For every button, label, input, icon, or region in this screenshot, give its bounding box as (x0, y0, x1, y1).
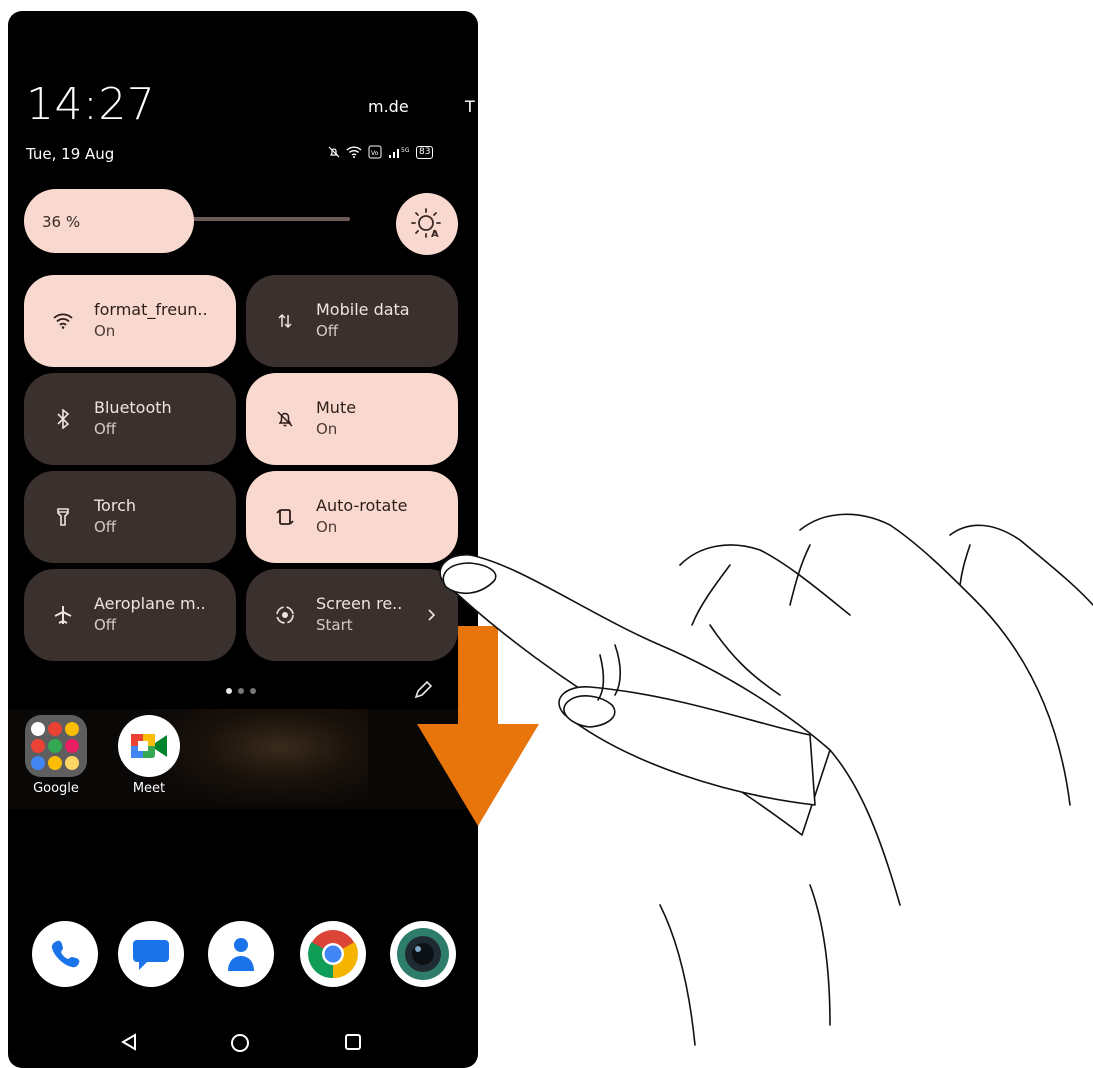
mute-bell-icon (277, 411, 293, 427)
tile-title: Mute (316, 398, 357, 417)
signal-status-icon: 5G (389, 147, 410, 158)
mute-status-icon (328, 146, 340, 158)
tile-title: Auto-rotate (316, 496, 408, 515)
tile-state: Off (94, 518, 117, 536)
tile-state: Off (94, 420, 117, 438)
date-label[interactable]: Tue, 19 Aug (26, 145, 114, 163)
phone-icon (51, 940, 80, 968)
dock-contacts[interactable] (208, 921, 274, 987)
tile-state: Start (316, 616, 353, 634)
status-icons: Vo 5G 83 (328, 145, 434, 159)
tile-state: Off (94, 616, 117, 634)
nav-home-icon[interactable] (230, 1033, 250, 1053)
volte-status-icon: Vo (368, 145, 382, 159)
wifi-status-icon (346, 146, 362, 158)
nav-back-icon[interactable] (120, 1033, 138, 1051)
tile-title: Torch (94, 496, 137, 515)
battery-icon: 83 (416, 145, 434, 159)
tile-aeroplane[interactable]: Aeroplane m.. Off (24, 569, 236, 661)
tile-state: On (316, 518, 338, 536)
tile-auto-rotate[interactable]: Auto-rotate On (246, 471, 458, 563)
chrome-icon (308, 930, 358, 979)
tile-bluetooth[interactable]: Bluetooth Off (24, 373, 236, 465)
carrier-label-2: T (465, 97, 475, 116)
clock[interactable]: 14:27 (26, 79, 155, 130)
page-dot (238, 688, 244, 694)
app-google[interactable]: Google (25, 715, 96, 796)
messages-icon (133, 940, 169, 970)
tile-title: Aeroplane m.. (94, 594, 206, 613)
dock-messages[interactable] (118, 921, 184, 987)
page-dot (250, 688, 256, 694)
page-dot (226, 688, 232, 694)
aeroplane-icon (54, 606, 72, 624)
meet-icon (118, 715, 180, 777)
tile-torch[interactable]: Torch Off (24, 471, 236, 563)
google-folder-icon (25, 715, 87, 777)
dock-chrome[interactable] (300, 921, 366, 987)
svg-text:Vo: Vo (371, 150, 379, 157)
tile-title: Mobile data (316, 300, 410, 319)
tile-title: Screen re.. (316, 594, 403, 613)
tile-mobile-data[interactable]: Mobile data Off (246, 275, 458, 367)
app-meet[interactable]: Meet (118, 715, 189, 796)
tile-state: On (94, 322, 116, 340)
tile-title: Bluetooth (94, 398, 172, 417)
torch-icon (57, 508, 69, 526)
auto-rotate-icon (276, 509, 294, 525)
tile-state: On (316, 420, 338, 438)
tile-state: Off (316, 322, 339, 340)
hand-gesture-illustration (439, 513, 1093, 1046)
screen-record-icon (276, 606, 294, 624)
auto-brightness-button[interactable]: A (396, 193, 458, 255)
brightness-percent: 36 % (42, 213, 81, 231)
wifi-icon (53, 313, 73, 329)
tile-mute[interactable]: Mute On (246, 373, 458, 465)
bluetooth-icon (57, 409, 70, 429)
tile-wifi[interactable]: format_freun.. On (24, 275, 236, 367)
app-label: Meet (132, 781, 166, 796)
app-label: Google (33, 781, 79, 796)
page-indicator (226, 688, 256, 694)
mobile-data-icon (278, 313, 292, 329)
carrier-label: m.de (368, 97, 409, 116)
auto-brightness-icon: A (411, 208, 441, 240)
dock-phone[interactable] (32, 921, 98, 987)
tile-title: format_freun.. (94, 300, 208, 319)
nav-recents-icon[interactable] (344, 1033, 362, 1051)
svg-text:A: A (431, 229, 439, 240)
brightness-slider-track[interactable] (188, 217, 350, 221)
phone-screen: 14:27 Tue, 19 Aug m.de T Vo 5G 83 36 % A… (8, 11, 478, 1068)
svg-text:5G: 5G (401, 147, 410, 154)
contacts-icon (228, 938, 254, 971)
